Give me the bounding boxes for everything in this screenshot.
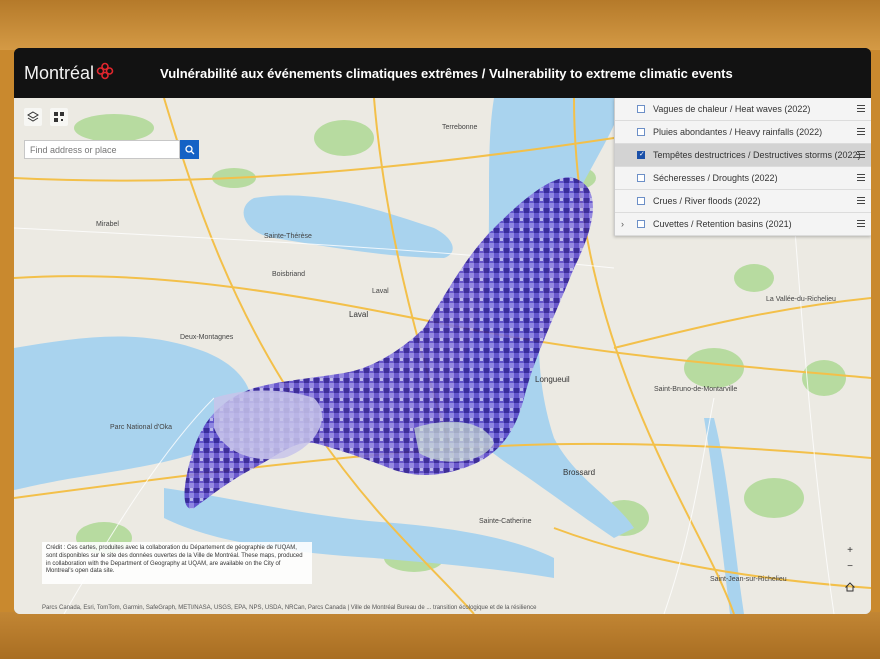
montreal-logo: Montréal [24, 62, 144, 85]
place-label: Sainte-Thérèse [264, 233, 312, 240]
layer-checkbox[interactable] [637, 174, 645, 182]
kiosk-frame-top [0, 0, 880, 50]
app-header: Montréal Vulnérabilité aux événements cl… [14, 48, 871, 98]
zoom-controls: + − [843, 544, 857, 574]
layer-item-droughts[interactable]: Sécheresses / Droughts (2022) [615, 167, 871, 190]
layer-label: Sécheresses / Droughts (2022) [653, 173, 778, 183]
layer-item-river-floods[interactable]: Crues / River floods (2022) [615, 190, 871, 213]
layer-list: Vagues de chaleur / Heat waves (2022) Pl… [614, 98, 871, 236]
search-bar [24, 140, 199, 159]
list-menu-icon[interactable] [857, 174, 865, 183]
layer-label: Cuvettes / Retention basins (2021) [653, 219, 792, 229]
rosette-icon [96, 62, 114, 85]
layer-checkbox[interactable] [637, 105, 645, 113]
search-button[interactable] [180, 140, 199, 159]
map-view[interactable]: Terrebonne Mirabel Sainte-Thérèse Boisbr… [14, 98, 871, 614]
layer-item-heavy-rainfalls[interactable]: Pluies abondantes / Heavy rainfalls (202… [615, 121, 871, 144]
qr-code-icon[interactable] [50, 108, 68, 126]
place-label: Laval [372, 288, 389, 295]
place-label: Boisbriand [272, 271, 306, 278]
place-label: Sainte-Catherine [479, 518, 532, 525]
place-label: Longueuil [535, 375, 570, 384]
layer-checkbox[interactable] [637, 150, 645, 159]
search-input[interactable] [24, 140, 180, 159]
place-label: La Vallée-du-Richelieu [766, 296, 836, 303]
list-menu-icon[interactable] [857, 220, 865, 229]
kiosk-frame-bottom [0, 612, 880, 659]
zoom-in-button[interactable]: + [843, 544, 857, 558]
layer-item-retention-basins[interactable]: › Cuvettes / Retention basins (2021) [615, 213, 871, 236]
place-label: Deux-Montagnes [180, 334, 234, 341]
layer-checkbox[interactable] [637, 220, 645, 228]
place-label: Parc National d'Oka [110, 424, 173, 431]
layers-icon[interactable] [24, 108, 42, 126]
layer-label: Tempêtes destructrices / Destructives st… [653, 150, 861, 160]
home-icon[interactable] [843, 582, 857, 596]
zoom-out-button[interactable]: − [843, 560, 857, 574]
map-credit: Crédit : Ces cartes, produites avec la c… [42, 542, 312, 584]
layer-label: Pluies abondantes / Heavy rainfalls (202… [653, 127, 823, 137]
list-menu-icon[interactable] [857, 151, 865, 160]
list-menu-icon[interactable] [857, 197, 865, 206]
layer-label: Crues / River floods (2022) [653, 196, 761, 206]
layer-item-heat-waves[interactable]: Vagues de chaleur / Heat waves (2022) [615, 98, 871, 121]
logo-text: Montréal [24, 62, 95, 83]
place-label: Terrebonne [442, 124, 478, 131]
place-label: Saint-Bruno-de-Montarville [654, 386, 738, 393]
map-toolbar [24, 108, 68, 126]
search-icon [184, 144, 194, 154]
layer-label: Vagues de chaleur / Heat waves (2022) [653, 104, 811, 114]
layer-checkbox[interactable] [637, 128, 645, 136]
place-label: Laval [349, 310, 369, 319]
place-label: Saint-Jean-sur-Richelieu [710, 576, 787, 583]
kiosk-screen: Montréal Vulnérabilité aux événements cl… [14, 48, 871, 614]
layer-item-destructive-storms[interactable]: Tempêtes destructrices / Destructives st… [615, 144, 871, 167]
app-title: Vulnérabilité aux événements climatiques… [160, 65, 733, 81]
place-label: Brossard [563, 468, 596, 477]
list-menu-icon[interactable] [857, 105, 865, 114]
list-menu-icon[interactable] [857, 128, 865, 137]
layer-checkbox[interactable] [637, 197, 645, 205]
chevron-right-icon[interactable]: › [621, 219, 624, 229]
map-attribution: Parcs Canada, Esri, TomTom, Garmin, Safe… [42, 605, 537, 611]
place-label: Mirabel [96, 221, 119, 228]
